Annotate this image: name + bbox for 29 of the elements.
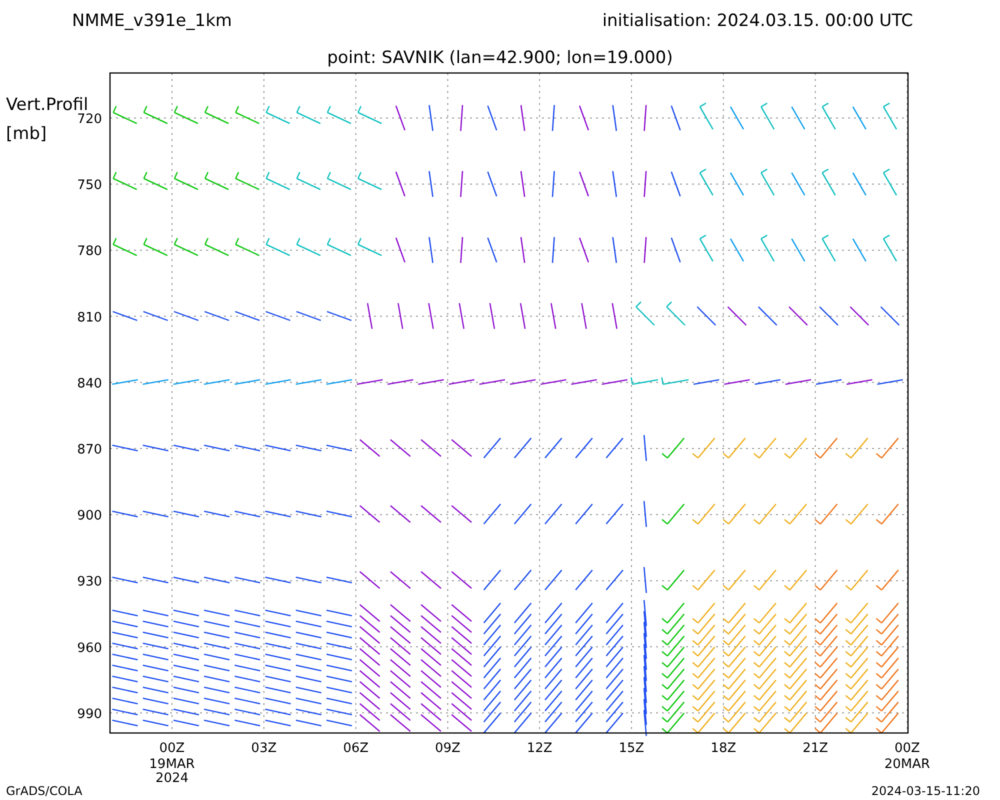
axis-tick-label: 19MAR <box>149 757 195 772</box>
axis-tick-label: 720 <box>77 112 102 127</box>
axis-tick-label: 810 <box>77 310 102 326</box>
initialisation-time: initialisation: 2024.03.15. 00:00 UTC <box>602 11 913 31</box>
model-name: NMME_v391e_1km <box>72 11 232 31</box>
axis-tick-label: 750 <box>77 178 102 194</box>
axis-tick-label: 930 <box>77 574 102 590</box>
axis-tick-label: 900 <box>77 508 102 524</box>
axis-tick-label: 840 <box>77 376 102 392</box>
axis-tick-label: 09Z <box>434 741 460 756</box>
axis-tick-label: 00Z <box>894 741 920 756</box>
axis-tick-label: 21Z <box>802 741 828 756</box>
axis-tick-label: 06Z <box>343 741 369 756</box>
axis-tick-label: 18Z <box>710 741 736 756</box>
axis-tick-label: 990 <box>77 706 102 722</box>
axis-tick-label: 12Z <box>526 741 552 756</box>
axis-tick-label: 2024 <box>155 771 189 786</box>
axis-tick-label: 960 <box>77 640 102 656</box>
footer-timestamp: 2024-03-15-11:20 <box>871 784 980 798</box>
point-location: point: SAVNIK (lan=42.900; lon=19.000) <box>327 48 673 68</box>
axis-tick-label: 870 <box>77 442 102 458</box>
axis-tick-label: 15Z <box>618 741 644 756</box>
axis-tick-label: 00Z <box>159 741 185 756</box>
axis-label: Vert.Profil <box>6 95 88 115</box>
axis-tick-label: 20MAR <box>884 757 930 772</box>
axis-tick-label: 780 <box>77 244 102 260</box>
axis-tick-label: 03Z <box>251 741 277 756</box>
footer-credit: GrADS/COLA <box>6 784 82 798</box>
axis-unit: [mb] <box>6 124 47 144</box>
